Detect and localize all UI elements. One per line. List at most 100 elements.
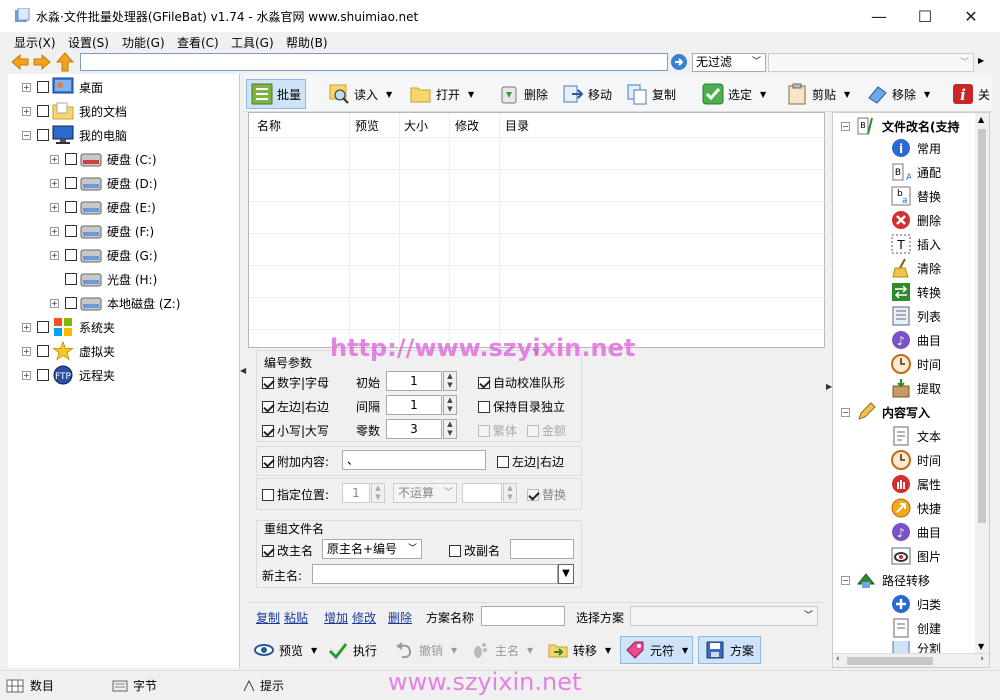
scroll-thumb[interactable]	[978, 129, 986, 523]
side-item-write-time[interactable]: 时间	[891, 449, 941, 471]
append-checkbox[interactable]: 附加内容:	[262, 453, 329, 470]
meta-button[interactable]: 元符 ▼	[620, 636, 694, 664]
scheme-button[interactable]: 方案	[698, 636, 762, 664]
spinner-buttons[interactable]: ▲ ▼	[443, 419, 457, 439]
tree-item-desktop[interactable]: + 桌面	[22, 76, 103, 98]
checkbox-unchecked[interactable]	[262, 489, 274, 501]
move-button[interactable]: 移动	[558, 79, 616, 109]
column-header-preview[interactable]: 预览	[355, 117, 379, 134]
dropdown-arrow-icon[interactable]: ▼	[924, 90, 930, 99]
checkbox-checked[interactable]	[262, 377, 274, 389]
scheme-name-input[interactable]	[481, 606, 565, 626]
spinner-buttons[interactable]: ▲ ▼	[443, 371, 457, 391]
tree-checkbox[interactable]	[65, 225, 77, 237]
checkbox-disabled[interactable]	[527, 425, 539, 437]
side-item-extract[interactable]: 提取	[891, 377, 941, 399]
tree-checkbox[interactable]	[37, 81, 49, 93]
open-button[interactable]: 打开 ▼	[406, 79, 478, 109]
undo-button[interactable]: 撤销 ▼	[394, 636, 457, 664]
group-content-write[interactable]: − 内容写入	[841, 401, 930, 423]
delete-button[interactable]: 删除	[494, 79, 552, 109]
dropdown-arrow-icon[interactable]: ▼	[468, 90, 474, 99]
side-item-convert[interactable]: 转换	[891, 281, 941, 303]
dropdown-arrow-icon[interactable]: ▼	[451, 646, 457, 655]
column-header-modified[interactable]: 修改	[455, 117, 479, 134]
expand-icon[interactable]: +	[22, 82, 31, 92]
left-right-checkbox[interactable]: 左边|右边	[262, 398, 329, 415]
transfer-button[interactable]: 转移 ▼	[548, 636, 611, 664]
expand-icon[interactable]: +	[50, 298, 59, 308]
expand-icon[interactable]: +	[50, 202, 59, 212]
tree-checkbox[interactable]	[37, 321, 49, 333]
tree-item-drive-f[interactable]: + 硬盘 (F:)	[50, 220, 154, 242]
collapse-icon[interactable]: −	[841, 121, 850, 131]
tree-checkbox[interactable]	[65, 249, 77, 261]
horizontal-scrollbar[interactable]: ‹ ›	[833, 653, 989, 667]
expand-icon[interactable]: +	[50, 226, 59, 236]
spinner-buttons[interactable]: ▲ ▼	[503, 483, 517, 503]
tree-item-drive-z[interactable]: + 本地磁盘 (Z:)	[50, 292, 180, 314]
up-arrow-icon[interactable]	[56, 52, 74, 72]
collapse-left-icon[interactable]: ◀	[240, 366, 246, 375]
tree-checkbox[interactable]	[65, 201, 77, 213]
more-icon[interactable]: ▶	[978, 56, 984, 65]
side-item-delete[interactable]: 删除	[891, 209, 941, 231]
checkbox-checked[interactable]	[478, 377, 490, 389]
scheme-add-link[interactable]: 增加	[324, 609, 348, 626]
spinner-buttons[interactable]: ▲ ▼	[371, 483, 385, 503]
tree-checkbox[interactable]	[65, 297, 77, 309]
clipboard-button[interactable]: 剪贴 ▼	[782, 79, 854, 109]
preview-button[interactable]: 预览 ▼	[254, 636, 317, 664]
digit-letter-checkbox[interactable]: 数字|字母	[262, 374, 329, 391]
side-item-classify[interactable]: 归类	[891, 593, 941, 615]
scheme-delete-link[interactable]: 删除	[388, 609, 412, 626]
menu-settings[interactable]: 设置(S)	[68, 34, 109, 51]
side-item-list[interactable]: 列表	[891, 305, 941, 327]
expand-down-icon[interactable]: ▼	[558, 564, 574, 584]
expand-icon[interactable]: +	[22, 370, 31, 380]
operation-select[interactable]: 不运算 ﹀	[393, 483, 457, 503]
scroll-left-icon[interactable]: ‹	[836, 654, 840, 664]
group-path-transfer[interactable]: − 路径转移	[841, 569, 930, 591]
tree-item-drive-e[interactable]: + 硬盘 (E:)	[50, 196, 156, 218]
replace-checkbox[interactable]: 替换	[527, 486, 566, 503]
change-main-checkbox[interactable]: 改主名	[262, 542, 313, 559]
dropdown-arrow-icon[interactable]: ▼	[311, 646, 317, 655]
checkbox-checked[interactable]	[262, 456, 274, 468]
checkbox-unchecked[interactable]	[449, 545, 461, 557]
main-name-button[interactable]: 主名 ▼	[470, 636, 533, 664]
side-item-shortcut[interactable]: 快捷	[891, 497, 941, 519]
checkbox-disabled[interactable]	[478, 425, 490, 437]
start-spinner[interactable]: 1	[386, 371, 442, 391]
tree-item-my-documents[interactable]: + 我的文档	[22, 100, 127, 122]
append-input[interactable]: 、	[342, 450, 486, 470]
menu-view[interactable]: 查看(C)	[177, 34, 219, 51]
side-item-track[interactable]: ♪ 曲目	[891, 329, 941, 351]
go-icon[interactable]	[670, 53, 688, 71]
expand-icon[interactable]: +	[50, 154, 59, 164]
expand-icon[interactable]: +	[50, 250, 59, 260]
tree-checkbox[interactable]	[65, 273, 77, 285]
checkbox-unchecked[interactable]	[497, 456, 509, 468]
scheme-select[interactable]: ﹀	[630, 606, 818, 626]
expand-icon[interactable]: +	[22, 322, 31, 332]
collapse-icon[interactable]: −	[841, 575, 850, 585]
expand-icon[interactable]: +	[22, 106, 31, 116]
execute-button[interactable]: 执行	[328, 636, 377, 664]
collapse-icon[interactable]: −	[841, 407, 850, 417]
traditional-checkbox[interactable]: 繁体	[478, 422, 517, 439]
amount-checkbox[interactable]: 金额	[527, 422, 566, 439]
side-item-text[interactable]: 文本	[891, 425, 941, 447]
column-header-name[interactable]: 名称	[257, 117, 281, 134]
minimize-button[interactable]: —	[856, 0, 902, 32]
zeros-spinner[interactable]: 3	[386, 419, 442, 439]
tree-item-virtual-folder[interactable]: + 虚拟夹	[22, 340, 115, 362]
expand-icon[interactable]: +	[50, 178, 59, 188]
tree-checkbox[interactable]	[37, 345, 49, 357]
dropdown-arrow-icon[interactable]: ▼	[844, 90, 850, 99]
remove-button[interactable]: 移除 ▼	[862, 79, 934, 109]
column-header-size[interactable]: 大小	[404, 117, 428, 134]
tree-checkbox[interactable]	[65, 177, 77, 189]
tree-item-drive-d[interactable]: + 硬盘 (D:)	[50, 172, 157, 194]
group-rename[interactable]: − B 文件改名(支持	[841, 115, 960, 137]
